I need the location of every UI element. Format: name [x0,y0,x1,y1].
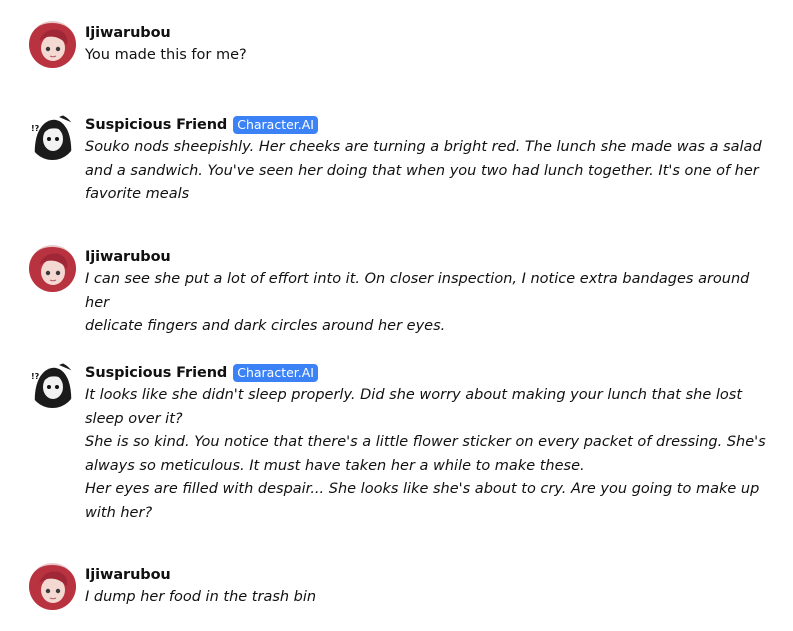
svg-text:!?: !? [31,372,40,381]
message-text: I can see she put a lot of effort into i… [85,268,775,339]
message-line: It looks like she didn't sleep properly.… [85,387,743,403]
message-content: Suspicious Friend Character.AI Souko nod… [85,115,775,207]
author-name[interactable]: Ijiwarubou [85,567,171,583]
character-avatar-icon[interactable]: !? [29,361,76,408]
message-content: Ijiwarubou I can see she put a lot of ef… [85,247,775,339]
chat-transcript: Ijiwarubou You made this for me? !? Susp… [0,0,793,631]
character-avatar-icon[interactable]: !? [29,113,76,160]
message-text: Souko nods sheepishly. Her cheeks are tu… [85,136,775,207]
message-line: delicate fingers and dark circles around… [85,318,446,334]
author-row: Suspicious Friend Character.AI [85,115,775,135]
message-line: with her? [85,504,153,521]
message-content: Ijiwarubou I dump her food in the trash … [85,565,775,610]
message-line: Souko nods sheepishly. Her cheeks are tu… [85,139,762,155]
character-ai-badge: Character.AI [233,116,318,134]
user-avatar-icon[interactable] [29,563,76,610]
message-text: I dump her food in the trash bin [85,586,775,610]
message-line: She is so kind. You notice that there's … [85,434,766,450]
author-row: Suspicious Friend Character.AI [85,363,775,383]
user-avatar-icon[interactable] [29,21,76,68]
message-line: I dump her food in the trash bin [85,589,317,605]
message-line: Her eyes are filled with despair... She … [85,481,760,497]
author-name[interactable]: Ijiwarubou [85,25,171,41]
message-text: You made this for me? [85,44,775,68]
author-name[interactable]: Suspicious Friend [85,365,227,381]
message-line: You made this for me? [85,47,247,63]
author-row: Ijiwarubou [85,565,775,585]
message-line: I can see she put a lot of effort into i… [85,271,750,311]
author-name[interactable]: Suspicious Friend [85,117,227,133]
author-name[interactable]: Ijiwarubou [85,249,171,265]
message-content: Ijiwarubou You made this for me? [85,23,775,68]
message-line: sleep over it? [85,410,183,427]
message-content: Suspicious Friend Character.AI It looks … [85,363,775,525]
message-text: It looks like she didn't sleep properly.… [85,384,775,525]
author-row: Ijiwarubou [85,23,775,43]
message-line: favorite meals [85,186,190,202]
author-row: Ijiwarubou [85,247,775,267]
message-line: and a sandwich. You've seen her doing th… [85,162,759,179]
character-ai-badge: Character.AI [233,364,318,382]
svg-text:!?: !? [31,124,40,133]
user-avatar-icon[interactable] [29,245,76,292]
message-line: always so meticulous. It must have taken… [85,457,585,474]
